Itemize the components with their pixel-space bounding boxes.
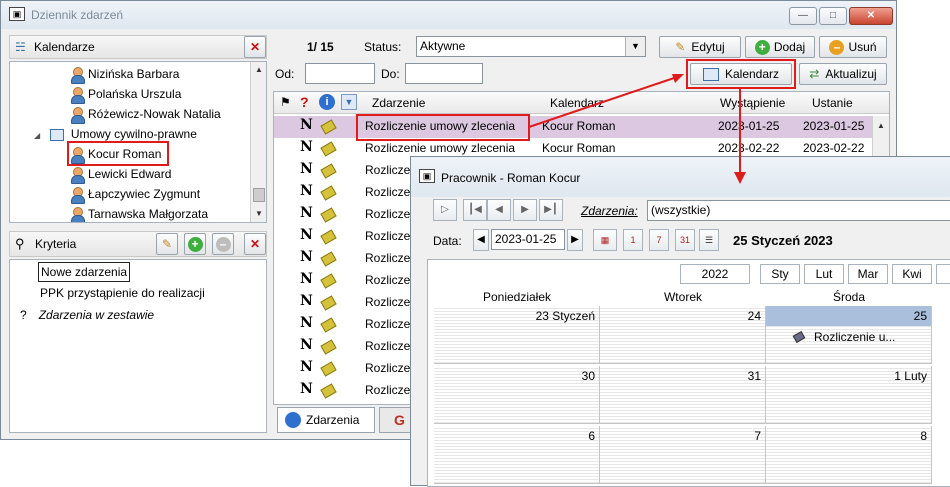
annotation-arrows (528, 74, 746, 184)
arrowhead-calendar-button (672, 74, 684, 83)
arrowhead-calendar-window (734, 172, 746, 184)
arrow-to-calendar-button (528, 75, 681, 128)
